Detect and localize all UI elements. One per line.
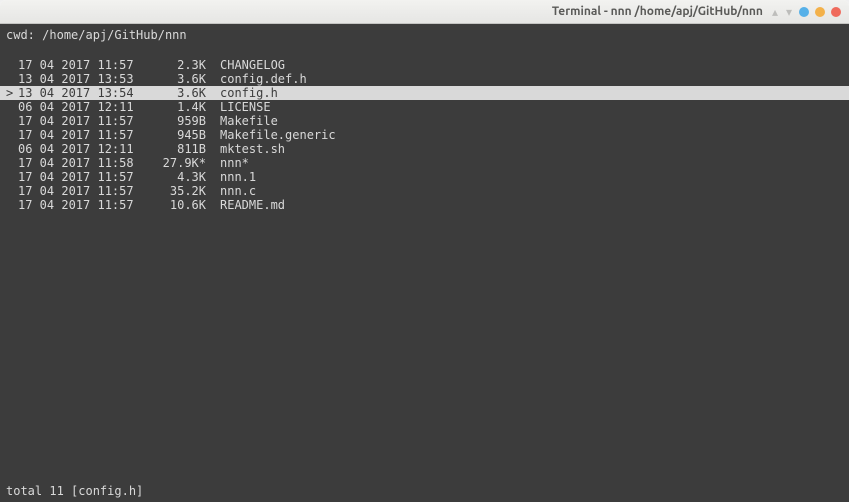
row-filename: CHANGELOG xyxy=(220,58,285,72)
row-cursor xyxy=(6,58,18,72)
status-line: total 11 [config.h] xyxy=(6,484,843,498)
row-date: 17 04 2017 11:58 xyxy=(18,156,148,170)
row-size: 4.3K xyxy=(148,170,206,184)
file-list: 17 04 2017 11:572.3K CHANGELOG 13 04 201… xyxy=(6,58,843,212)
row-date: 17 04 2017 11:57 xyxy=(18,170,148,184)
row-cursor xyxy=(6,142,18,156)
row-cursor xyxy=(6,184,18,198)
row-filename: nnn.c xyxy=(220,184,256,198)
row-date: 06 04 2017 12:11 xyxy=(18,142,148,156)
row-gap xyxy=(206,114,220,128)
row-cursor xyxy=(6,114,18,128)
row-filename: README.md xyxy=(220,198,285,212)
file-row[interactable]: 17 04 2017 11:57959B Makefile xyxy=(6,114,843,128)
row-filename: Makefile.generic xyxy=(220,128,336,142)
row-gap xyxy=(206,198,220,212)
arrow-down-icon: ▾ xyxy=(786,5,792,19)
row-size: 1.4K xyxy=(148,100,206,114)
file-row[interactable]: 17 04 2017 11:57945B Makefile.generic xyxy=(6,128,843,142)
row-date: 17 04 2017 11:57 xyxy=(18,58,148,72)
cwd-label: cwd: xyxy=(6,28,35,42)
row-cursor xyxy=(6,198,18,212)
row-size: 945B xyxy=(148,128,206,142)
cwd-line: cwd: /home/apj/GitHub/nnn xyxy=(6,28,843,44)
titlebar[interactable]: Terminal - nnn /home/apj/GitHub/nnn ▴ ▾ xyxy=(0,0,849,24)
file-row[interactable]: 06 04 2017 12:111.4K LICENSE xyxy=(6,100,843,114)
blank-line xyxy=(6,44,843,58)
row-gap xyxy=(206,72,220,86)
row-gap xyxy=(206,86,220,100)
row-gap xyxy=(206,142,220,156)
row-date: 17 04 2017 11:57 xyxy=(18,128,148,142)
file-row[interactable]: > 13 04 2017 13:543.6K config.h xyxy=(0,86,849,100)
row-size: 3.6K xyxy=(148,86,206,100)
row-date: 06 04 2017 12:11 xyxy=(18,100,148,114)
row-size: 2.3K xyxy=(148,58,206,72)
row-gap xyxy=(206,100,220,114)
row-date: 13 04 2017 13:53 xyxy=(18,72,148,86)
cwd-path: /home/apj/GitHub/nnn xyxy=(42,28,187,42)
row-gap xyxy=(206,128,220,142)
row-date: 17 04 2017 11:57 xyxy=(18,184,148,198)
file-row[interactable]: 06 04 2017 12:11811B mktest.sh xyxy=(6,142,843,156)
row-filename: config.def.h xyxy=(220,72,307,86)
file-row[interactable]: 17 04 2017 11:574.3K nnn.1 xyxy=(6,170,843,184)
file-row[interactable]: 17 04 2017 11:5710.6K README.md xyxy=(6,198,843,212)
arrow-up-icon: ▴ xyxy=(772,5,778,19)
row-size: 959B xyxy=(148,114,206,128)
row-date: 13 04 2017 13:54 xyxy=(18,86,148,100)
row-cursor xyxy=(6,128,18,142)
row-cursor xyxy=(6,156,18,170)
maximize-button[interactable] xyxy=(815,7,825,17)
file-row[interactable]: 17 04 2017 11:572.3K CHANGELOG xyxy=(6,58,843,72)
terminal-window: Terminal - nnn /home/apj/GitHub/nnn ▴ ▾ … xyxy=(0,0,849,502)
minimize-button[interactable] xyxy=(799,7,809,17)
row-gap xyxy=(206,184,220,198)
row-date: 17 04 2017 11:57 xyxy=(18,198,148,212)
row-gap xyxy=(206,170,220,184)
row-filename: mktest.sh xyxy=(220,142,285,156)
row-size: 811B xyxy=(148,142,206,156)
row-size: 35.2K xyxy=(148,184,206,198)
row-filename: nnn* xyxy=(220,156,249,170)
close-button[interactable] xyxy=(831,7,841,17)
row-cursor xyxy=(6,100,18,114)
row-size: 27.9K* xyxy=(148,156,206,170)
row-size: 10.6K xyxy=(148,198,206,212)
file-row[interactable]: 17 04 2017 11:5827.9K* nnn* xyxy=(6,156,843,170)
row-filename: Makefile xyxy=(220,114,278,128)
window-controls: ▴ ▾ xyxy=(771,5,841,19)
file-row[interactable]: 17 04 2017 11:5735.2K nnn.c xyxy=(6,184,843,198)
empty-region xyxy=(6,212,843,484)
row-filename: config.h xyxy=(220,86,278,100)
file-row[interactable]: 13 04 2017 13:533.6K config.def.h xyxy=(6,72,843,86)
row-cursor: > xyxy=(6,86,18,100)
window-title: Terminal - nnn /home/apj/GitHub/nnn xyxy=(552,5,763,18)
row-gap xyxy=(206,156,220,170)
row-filename: nnn.1 xyxy=(220,170,256,184)
row-date: 17 04 2017 11:57 xyxy=(18,114,148,128)
row-cursor xyxy=(6,170,18,184)
row-cursor xyxy=(6,72,18,86)
row-size: 3.6K xyxy=(148,72,206,86)
row-filename: LICENSE xyxy=(220,100,271,114)
row-gap xyxy=(206,58,220,72)
terminal-content[interactable]: cwd: /home/apj/GitHub/nnn 17 04 2017 11:… xyxy=(0,24,849,502)
